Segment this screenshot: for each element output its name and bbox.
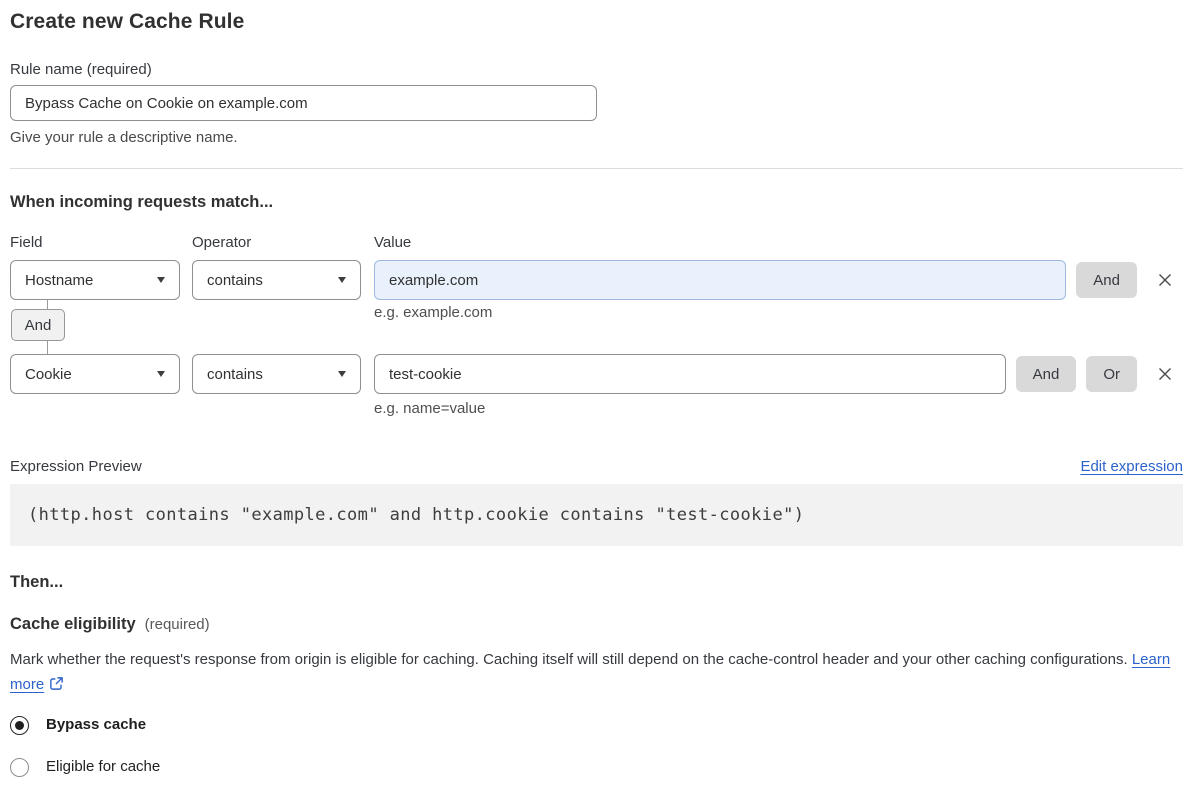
field-select[interactable]: Cookie <box>10 354 180 394</box>
add-and-condition-button[interactable]: And <box>1015 356 1077 392</box>
close-icon <box>1159 274 1171 286</box>
cache-eligibility-heading: Cache eligibility <box>10 615 136 633</box>
field-select[interactable]: Hostname <box>10 260 180 300</box>
eligibility-description: Mark whether the request's response from… <box>10 647 1175 699</box>
match-rule-row: Cookie contains And Or <box>10 354 1183 394</box>
match-rule-row: Hostname contains And <box>10 260 1183 300</box>
then-section-heading: Then... <box>10 573 64 591</box>
remove-condition-button[interactable] <box>1155 364 1175 384</box>
eligibility-description-text: Mark whether the request's response from… <box>10 651 1128 668</box>
rule-name-label: Rule name (required) <box>10 61 152 78</box>
value-hint: e.g. example.com <box>374 304 493 321</box>
add-and-condition-button[interactable]: And <box>1076 262 1137 298</box>
radio-option-bypass-cache[interactable]: Bypass cache <box>10 715 1183 735</box>
value-hint: e.g. name=value <box>374 400 486 417</box>
field-select-value: Hostname <box>25 271 94 289</box>
operator-select-value: contains <box>207 271 263 289</box>
chevron-down-icon <box>157 277 165 283</box>
rule-name-input[interactable] <box>10 85 597 121</box>
expression-preview-header: Expression Preview Edit expression <box>10 456 1183 478</box>
create-cache-rule-form: Create new Cache Rule Rule name (require… <box>0 0 1200 777</box>
field-column-label: Field <box>10 234 43 251</box>
section-divider <box>10 168 1183 169</box>
remove-condition-button[interactable] <box>1155 270 1175 290</box>
operator-select[interactable]: contains <box>192 260 361 300</box>
chevron-down-icon <box>157 371 165 377</box>
value-input[interactable] <box>374 354 1006 394</box>
field-select-value: Cookie <box>25 365 72 383</box>
operator-select-value: contains <box>207 365 263 383</box>
external-link-icon <box>49 674 64 699</box>
radio-label: Eligible for cache <box>46 758 161 775</box>
radio-option-eligible-for-cache[interactable]: Eligible for cache <box>10 757 1183 777</box>
edit-expression-link[interactable]: Edit expression <box>1080 458 1183 475</box>
value-input[interactable] <box>374 260 1067 300</box>
radio-label: Bypass cache <box>46 716 147 733</box>
radio-selected-icon[interactable] <box>10 715 29 735</box>
rule-name-helper: Give your rule a descriptive name. <box>10 129 238 146</box>
operator-column-label: Operator <box>192 234 252 251</box>
chevron-down-icon <box>338 371 346 377</box>
required-note: (required) <box>144 616 210 633</box>
add-or-condition-button[interactable]: Or <box>1086 356 1137 392</box>
and-connector-button[interactable]: And <box>11 309 65 341</box>
page-title: Create new Cache Rule <box>10 10 245 33</box>
operator-select[interactable]: contains <box>192 354 361 394</box>
expression-code-block: (http.host contains "example.com" and ht… <box>10 484 1183 546</box>
match-section-heading: When incoming requests match... <box>10 193 274 211</box>
value-column-label: Value <box>374 234 412 251</box>
match-column-labels: Field Operator Value <box>10 233 1183 253</box>
expression-preview-label: Expression Preview <box>10 458 142 475</box>
cache-eligibility-header: Cache eligibility (required) <box>10 613 1183 635</box>
close-icon <box>1159 368 1171 380</box>
connector-band: And e.g. example.com <box>10 300 1183 354</box>
radio-unselected-icon[interactable] <box>10 757 29 777</box>
chevron-down-icon <box>338 277 346 283</box>
